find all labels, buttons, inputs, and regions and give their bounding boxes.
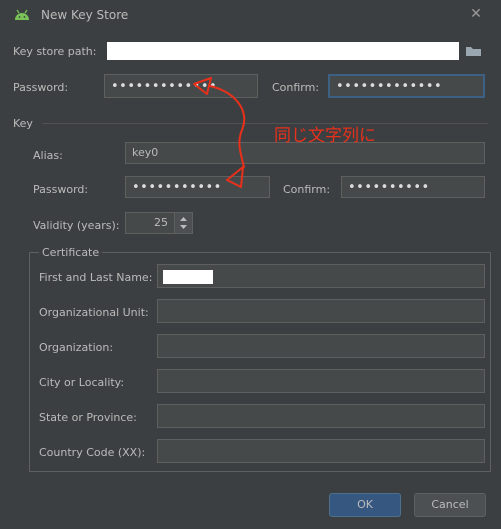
key-store-path-label: Key store path: [13, 45, 97, 58]
ok-button[interactable]: OK [329, 493, 401, 517]
cert-label-country: Country Code (XX): [39, 446, 146, 459]
validity-label: Validity (years): [33, 219, 120, 232]
city-input[interactable] [157, 369, 485, 393]
title-bar: New Key Store ✕ [0, 0, 501, 30]
certificate-section-label: Certificate [39, 246, 103, 259]
validity-stepper[interactable] [175, 212, 193, 234]
cert-label-org-unit: Organizational Unit: [39, 306, 149, 319]
key-confirm-input[interactable]: •••••••••• [341, 176, 485, 198]
key-store-path-input[interactable] [107, 42, 459, 60]
alias-label: Alias: [33, 149, 63, 162]
organization-input[interactable] [157, 334, 485, 358]
window-title: New Key Store [41, 8, 129, 22]
key-confirm-label: Confirm: [283, 183, 331, 196]
country-code-input[interactable] [157, 439, 485, 463]
keystore-confirm-input[interactable]: ••••••••••••• [328, 74, 485, 98]
first-last-name-value [163, 270, 213, 284]
cert-label-organization: Organization: [39, 341, 114, 354]
keystore-password-label: Password: [13, 81, 69, 94]
cert-label-city: City or Locality: [39, 376, 125, 389]
close-icon[interactable]: ✕ [467, 5, 485, 23]
validity-input[interactable]: 25 [125, 212, 175, 234]
annotation-text: 同じ文字列に [274, 126, 376, 146]
browse-button[interactable] [462, 42, 485, 60]
state-input[interactable] [157, 404, 485, 428]
key-section-label: Key [13, 117, 33, 130]
stepper-arrows-icon [180, 217, 187, 229]
cancel-button[interactable]: Cancel [414, 493, 486, 517]
organizational-unit-input[interactable] [157, 299, 485, 323]
folder-icon [466, 47, 481, 56]
first-last-name-input[interactable] [157, 264, 485, 288]
cert-label-name: First and Last Name: [39, 271, 153, 284]
key-password-label: Password: [33, 183, 89, 196]
cert-label-state: State or Province: [39, 411, 137, 424]
android-icon [15, 9, 29, 20]
annotation-arrow [193, 77, 246, 188]
